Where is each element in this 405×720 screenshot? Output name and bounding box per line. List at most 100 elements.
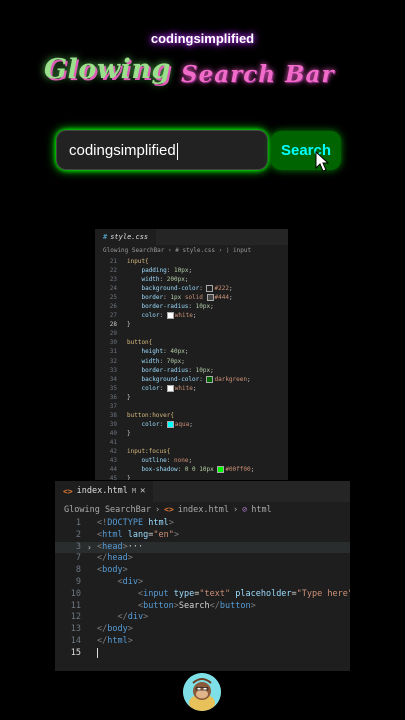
line-number: 8 [75,565,81,576]
code-text: background-color: darkgreen; [141,375,251,383]
code-line: 39 color: aqua; [95,420,288,429]
color-swatch-icon[interactable] [206,285,214,293]
code-line: 14 </html> [55,636,350,648]
code-text: <body> [97,565,128,576]
line-number: 31 [109,348,117,356]
code-line: 43 outline: none; [95,456,288,465]
line-number: 44 [109,466,117,474]
line-number: 27 [109,312,117,320]
html-code-area[interactable]: 1 <!DOCTYPE html> 2 <html lang="en"> 3 › <head… [55,518,350,660]
line-number: 23 [109,276,117,284]
line-number: 43 [109,457,117,465]
color-swatch-icon[interactable] [206,294,214,302]
code-text: button:hover{ [127,411,174,419]
code-text: button{ [127,339,153,347]
html-breadcrumb: Glowing SearchBar › <> index.html › ⊘ ht… [55,502,350,518]
code-text: input:focus{ [127,447,171,455]
title-word-searchbar: Search Bar [181,61,335,88]
code-line: 23 width: 200px; [95,275,288,284]
code-line: 45} [95,474,288,480]
tab-label: style.css [110,233,149,241]
line-number: 2 [75,529,81,540]
code-text: width: 200px; [141,276,189,284]
tab-label: index.html [76,486,128,496]
line-number: 11 [70,600,81,611]
line-number: 25 [109,294,117,302]
code-line: 3 › <head>··· [55,541,350,554]
text-caret [176,142,178,160]
code-text: } [127,475,131,480]
css-file-icon: # [103,233,108,241]
code-text: <input type="text" placeholder="Type her… [137,588,350,599]
html-file-icon: <> [164,505,174,514]
line-number: 1 [75,518,81,528]
line-number: 34 [109,375,117,383]
close-icon[interactable]: ✕ [140,481,145,502]
code-text: padding: 10px; [141,267,193,275]
search-input[interactable]: codingsimplified [56,130,268,170]
line-number: 35 [109,384,117,392]
color-swatch-icon[interactable] [166,312,174,320]
code-line: 40} [95,429,288,438]
css-code-area[interactable]: 21 input{22 padding: 10px; 23 width: 200px… [95,257,288,480]
line-number: 37 [109,402,117,410]
color-swatch-icon[interactable] [206,375,214,383]
video-title: Glowing Search Bar [0,52,405,92]
code-text: } [127,321,131,329]
code-line: 15 [55,647,350,660]
code-line: 8 <body> [55,565,350,577]
element-node-icon: ⊘ [242,505,248,515]
code-line: 13 </body> [55,624,350,636]
code-line: 7 </head> [55,553,350,565]
line-number: 10 [70,588,81,599]
color-swatch-icon[interactable] [166,384,174,392]
line-number: 29 [109,330,117,338]
code-text: </div> [117,612,149,623]
tab-style-css[interactable]: # style.css [95,229,157,245]
code-text: color: aqua; [141,420,193,428]
line-number: 26 [109,303,117,311]
code-line: 26 border-radius: 10px; [95,302,288,311]
code-line: 29 [95,329,288,338]
fold-chevron-icon[interactable]: › [87,542,92,554]
code-line: 38 button:hover{ [95,411,288,420]
chevron-right-icon: › [155,505,161,515]
code-line: 22 padding: 10px; [95,266,288,275]
line-number: 13 [70,624,81,635]
color-swatch-icon[interactable] [166,420,174,428]
monkey-avatar-icon [183,673,221,711]
breadcrumb-root[interactable]: Glowing SearchBar [64,502,151,518]
code-line: 44 box-shadow: 0 0 10px #00ff00; [95,465,288,474]
code-line: 35 color: white; [95,384,288,393]
line-number: 33 [109,366,117,374]
line-number: 12 [70,612,81,623]
code-line: 1 <!DOCTYPE html> [55,518,350,530]
code-text: background-color: #222; [141,285,233,293]
code-text: <html lang="en"> [97,529,179,540]
line-number: 21 [109,258,117,265]
css-breadcrumb: Glowing SearchBar › # style.css › ⟩ inpu… [103,247,252,254]
text-caret [97,647,98,658]
code-line: 27 color: white; [95,311,288,320]
line-number: 7 [75,553,81,564]
code-line: 2 <html lang="en"> [55,530,350,542]
code-text: </html> [97,635,133,646]
code-line: 32 width: 70px; [95,357,288,366]
code-text: border-radius: 10px; [141,303,214,311]
line-number: 22 [109,267,117,275]
search-button[interactable]: Search [271,131,341,170]
breadcrumb-file[interactable]: index.html [178,502,229,518]
code-line: 33 border-radius: 10px; [95,366,288,375]
line-number: 32 [109,357,117,365]
color-swatch-icon[interactable] [217,466,225,474]
code-text: </body> [97,624,133,635]
code-text [97,647,98,660]
code-text: <button>Search</button> [137,600,256,611]
code-line: 9 <div> [55,577,350,589]
tab-index-html[interactable]: <> index.html M ✕ [55,481,154,502]
code-line: 10 <input type="text" placeholder="Type … [55,589,350,601]
code-text: border: 1px solid #444; [141,294,233,302]
breadcrumb-node[interactable]: html [251,502,271,518]
code-line: 41 [95,438,288,447]
code-text: color: white; [141,312,197,320]
